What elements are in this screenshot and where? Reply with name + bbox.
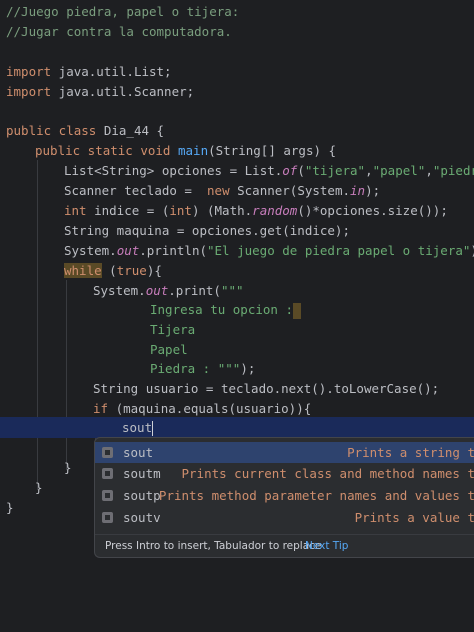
autocomplete-item-soutp[interactable]: soutp Prints method parameter names and … bbox=[95, 485, 474, 506]
closing-brace: } bbox=[35, 480, 43, 495]
text-caret bbox=[152, 421, 154, 436]
main-method-declaration: public static void main(String[] args) { bbox=[35, 143, 337, 158]
code-line-println: System.out.println("El juego de piedra p… bbox=[64, 243, 474, 258]
code-line-maquina: String maquina = opciones.get(indice); bbox=[64, 223, 350, 238]
live-template-icon bbox=[102, 512, 113, 523]
indent-guide bbox=[66, 280, 67, 470]
closing-brace: } bbox=[64, 460, 72, 475]
code-line-while: while (true){ bbox=[64, 263, 162, 278]
code-line-opciones: List<String> opciones = List.of("tijera"… bbox=[64, 163, 474, 178]
autocomplete-item-name: soutm bbox=[123, 466, 161, 481]
autocomplete-item-description: Prints method parameter names and values… bbox=[158, 488, 474, 503]
autocomplete-item-description: Prints a value t bbox=[354, 510, 474, 525]
indent-guide bbox=[37, 160, 38, 490]
autocomplete-item-description: Prints current class and method names t bbox=[181, 466, 474, 481]
text-block-line: Ingresa tu opcion : bbox=[150, 300, 301, 320]
comment-line: //Juego piedra, papel o tijera: bbox=[6, 4, 240, 19]
comment-line: //Jugar contra la computadora. bbox=[6, 24, 232, 39]
next-tip-link[interactable]: Next Tip bbox=[305, 535, 348, 557]
current-line-highlight bbox=[0, 417, 474, 438]
autocomplete-item-soutm[interactable]: soutm Prints current class and method na… bbox=[95, 463, 474, 484]
autocomplete-item-name: soutv bbox=[123, 510, 161, 525]
code-line-print: System.out.print(""" bbox=[93, 283, 244, 298]
live-template-icon bbox=[102, 490, 113, 501]
autocomplete-hint: Press Intro to insert, Tabulador to repl… bbox=[105, 540, 322, 552]
code-line-usuario: String usuario = teclado.next().toLowerC… bbox=[93, 381, 440, 396]
autocomplete-footer: Press Intro to insert, Tabulador to repl… bbox=[95, 534, 474, 557]
import-line: import java.util.List; bbox=[6, 64, 172, 79]
live-template-icon bbox=[102, 447, 113, 458]
autocomplete-item-sout[interactable]: sout Prints a string t bbox=[95, 442, 474, 463]
closing-brace: } bbox=[6, 500, 14, 515]
text-block-line: Tijera bbox=[150, 322, 196, 337]
import-line: import java.util.Scanner; bbox=[6, 84, 195, 99]
code-line-teclado: Scanner teclado = new Scanner(System.in)… bbox=[64, 183, 381, 198]
text-block-line: Papel bbox=[150, 342, 188, 357]
code-line-current[interactable]: sout bbox=[122, 418, 154, 438]
autocomplete-item-name: sout bbox=[123, 445, 154, 460]
autocomplete-item-description: Prints a string t bbox=[347, 445, 474, 460]
autocomplete-item-name: soutp bbox=[123, 488, 161, 503]
text-block-line: Piedra : """); bbox=[150, 361, 256, 376]
code-line-if: if (maquina.equals(usuario)){ bbox=[93, 401, 312, 416]
autocomplete-popup[interactable]: sout Prints a string t soutm Prints curr… bbox=[94, 437, 474, 558]
code-editor[interactable]: //Juego piedra, papel o tijera: //Jugar … bbox=[0, 0, 474, 632]
autocomplete-item-soutv[interactable]: soutv Prints a value t bbox=[95, 507, 474, 528]
live-template-icon bbox=[102, 468, 113, 479]
class-declaration: public class Dia_44 { bbox=[6, 123, 165, 138]
code-line-indice: int indice = (int) (Math.random()*opcion… bbox=[64, 203, 448, 218]
